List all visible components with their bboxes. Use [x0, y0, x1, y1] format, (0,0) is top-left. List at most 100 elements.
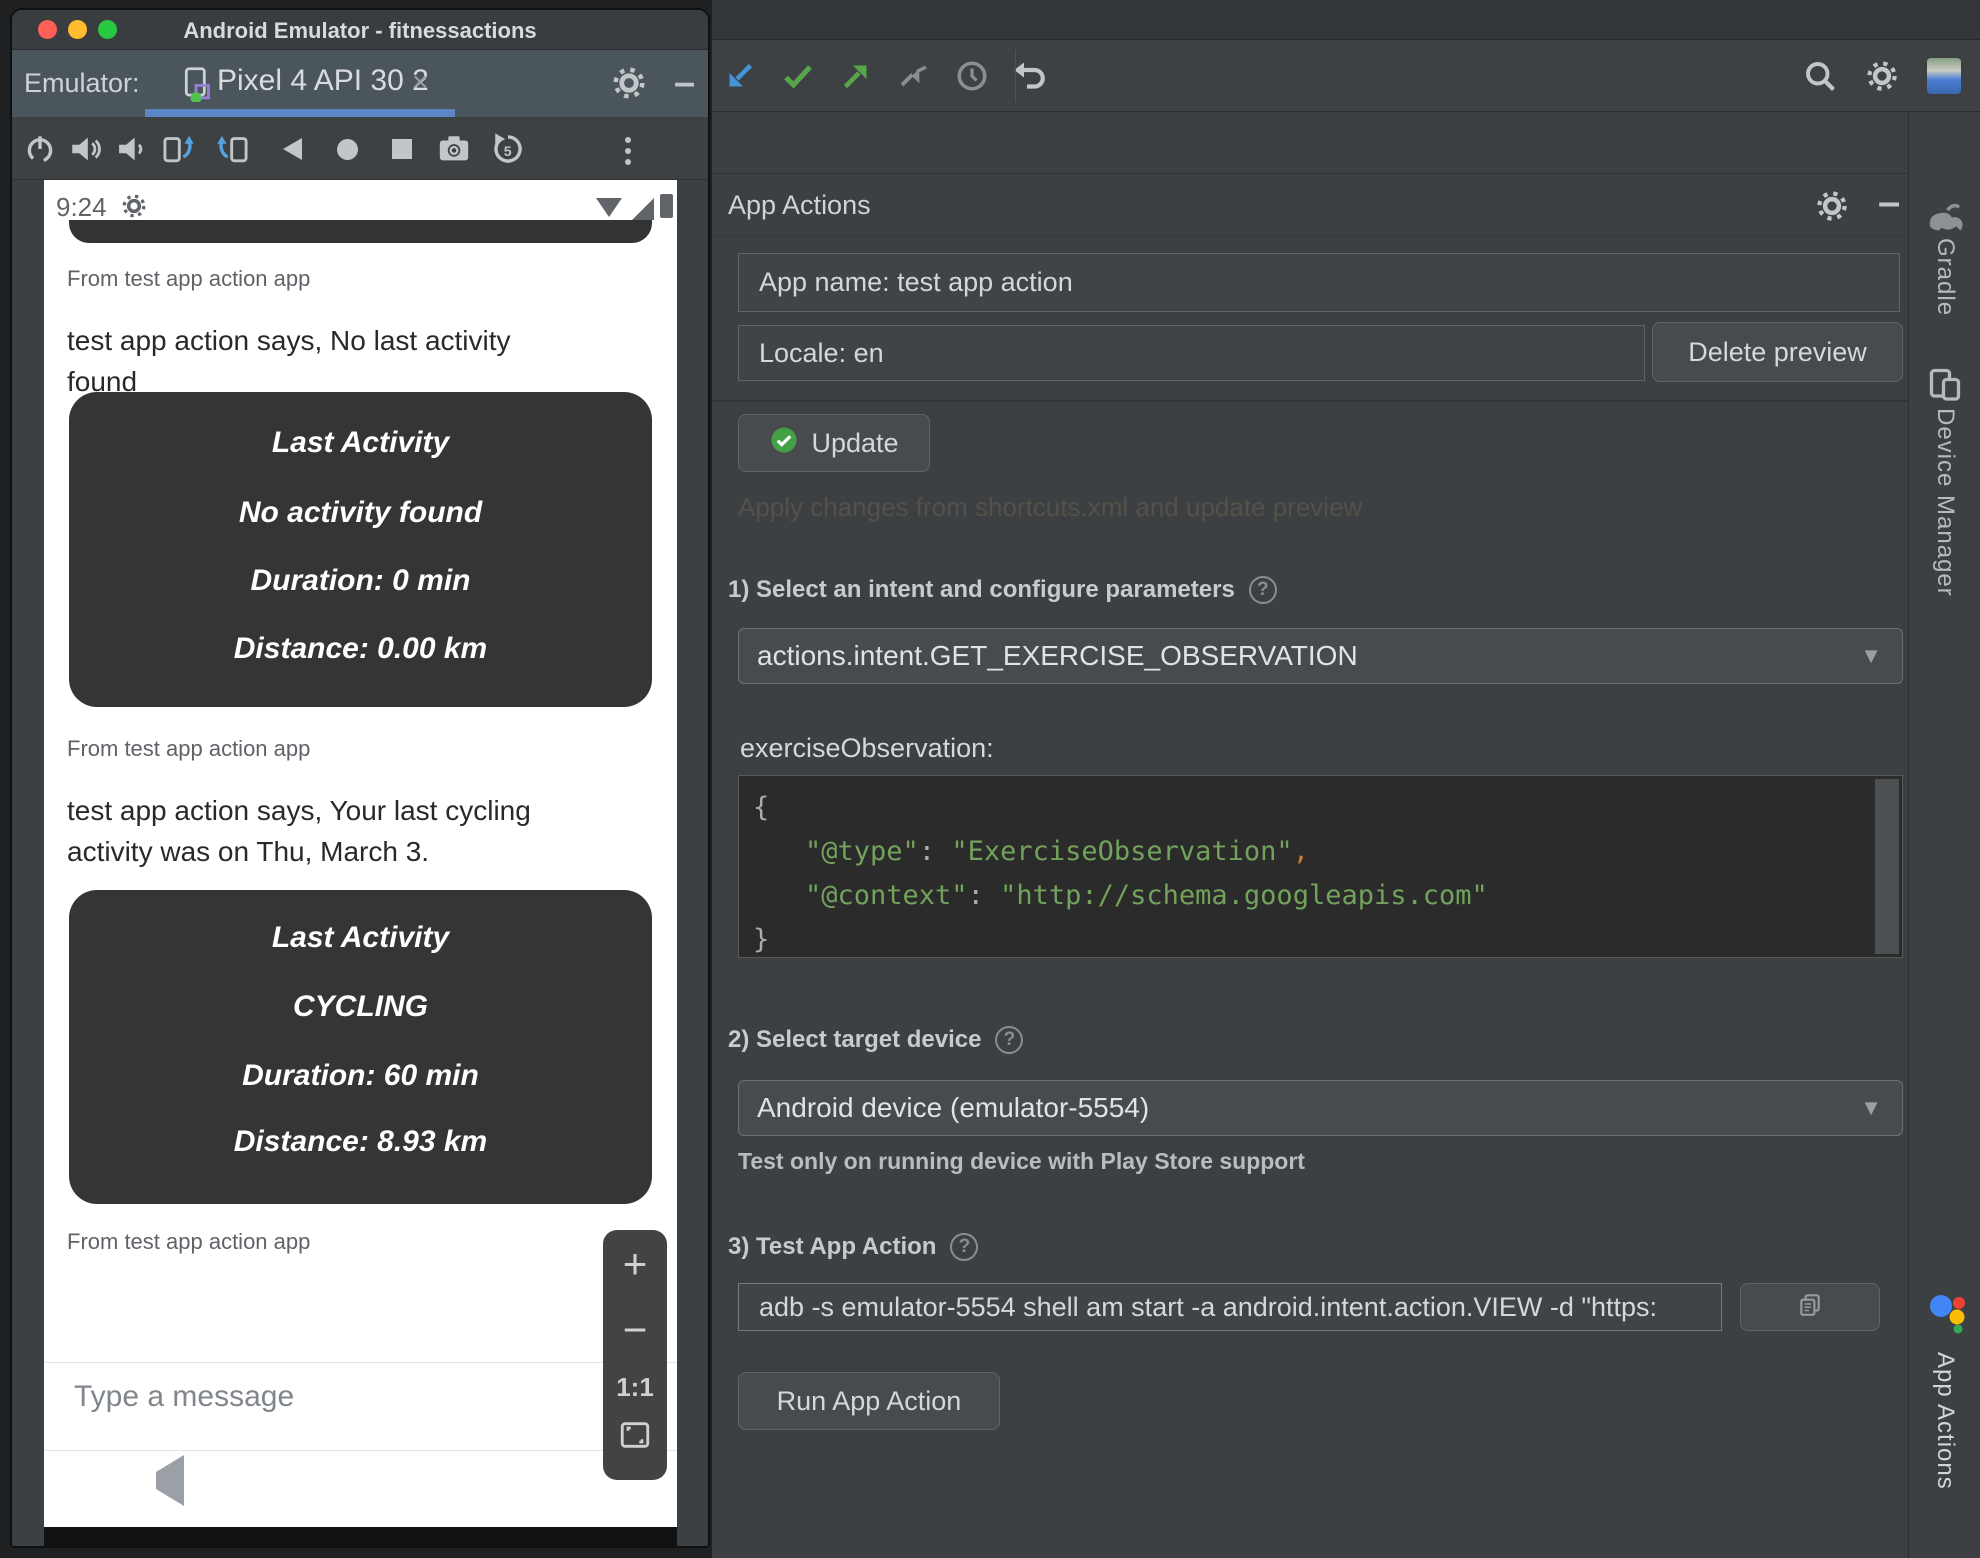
zoom-in-button[interactable]: +: [603, 1240, 667, 1288]
sidebar-tab-gradle[interactable]: Gradle: [1931, 238, 1959, 316]
intent-value: actions.intent.GET_EXERCISE_OBSERVATION: [757, 640, 1358, 671]
zoom-reset-button[interactable]: 1:1: [603, 1372, 667, 1403]
home-icon[interactable]: [329, 131, 365, 167]
emulator-settings-gear-icon[interactable]: [610, 64, 648, 107]
pull-changes-icon[interactable]: [720, 56, 760, 96]
gradle-elephant-icon[interactable]: [1927, 200, 1965, 237]
tab-pixel-4-api-30-2[interactable]: Pixel 4 API 30 2: [217, 64, 429, 98]
json-line: }: [753, 924, 770, 955]
section-divider: [712, 400, 1908, 402]
run-app-action-button[interactable]: Run App Action: [738, 1372, 1000, 1430]
user-avatar[interactable]: [1924, 56, 1964, 96]
android-back-button[interactable]: [156, 1455, 184, 1506]
sidebar-tab-device-manager[interactable]: Device Manager: [1931, 408, 1959, 597]
snapshot-restore-icon[interactable]: 5: [490, 131, 526, 167]
sidebar-tab-app-actions[interactable]: App Actions: [1931, 1352, 1959, 1490]
toolbar-divider: [1015, 50, 1016, 102]
merge-icon[interactable]: [894, 56, 934, 96]
help-icon[interactable]: ?: [995, 1026, 1024, 1054]
card-distance: Distance: 0.00 km: [233, 632, 488, 665]
card-distance: Distance: 8.93 km: [233, 1125, 488, 1158]
studio-main-toolbar: [712, 40, 1980, 112]
volume-up-icon[interactable]: [67, 131, 103, 167]
json-line: "@type": "ExerciseObservation",: [805, 836, 1309, 867]
screenshot-camera-icon[interactable]: [436, 131, 472, 167]
undo-rollback-icon[interactable]: [1010, 56, 1050, 96]
intent-dropdown[interactable]: actions.intent.GET_EXERCISE_OBSERVATION …: [738, 628, 1903, 684]
commit-check-icon[interactable]: [778, 56, 818, 96]
rotate-left-icon[interactable]: [160, 131, 196, 167]
copy-command-button[interactable]: [1740, 1283, 1880, 1331]
push-changes-icon[interactable]: [836, 56, 876, 96]
exercise-observation-label: exerciseObservation:: [740, 733, 994, 763]
status-bar-clock: 9:24: [56, 192, 107, 222]
settings-gear-icon[interactable]: [1862, 56, 1902, 96]
device-phone-icon: [179, 66, 213, 107]
adb-command-value: adb -s emulator-5554 shell am start -a a…: [759, 1291, 1658, 1322]
back-icon[interactable]: [274, 131, 310, 167]
device-helper-text: Test only on running device with Play St…: [738, 1148, 1305, 1174]
card-title: Last Activity: [271, 921, 450, 954]
emulator-label: Emulator:: [24, 68, 140, 98]
message-sender-label: From test app action app: [67, 736, 311, 761]
device-value: Android device (emulator-5554): [757, 1092, 1150, 1123]
emulator-window: Android Emulator - fitnessactions Emulat…: [10, 8, 710, 1548]
app-name-field[interactable]: App name: test app action: [738, 253, 1900, 312]
panel-title: App Actions: [728, 190, 871, 220]
update-check-icon: [769, 425, 799, 462]
message-sender-label: From test app action app: [67, 1229, 311, 1254]
history-clock-icon[interactable]: [952, 56, 992, 96]
device-manager-icon[interactable]: [1927, 366, 1963, 407]
emulator-toolbar: 5: [12, 117, 708, 180]
phone-screen: 9:24 From test app action app test app a…: [44, 180, 677, 1527]
caret-down-icon: ▼: [1860, 643, 1882, 668]
card-title: Last Activity: [271, 426, 450, 459]
last-activity-card-1: Last Activity No activity found Duration…: [69, 392, 652, 707]
card-activity: CYCLING: [293, 990, 428, 1023]
locale-value: Locale: en: [759, 337, 884, 368]
update-button[interactable]: Update: [738, 414, 930, 472]
emulator-tab-bar: Emulator: Pixel 4 API 30 2 × –: [12, 50, 708, 117]
previous-card-remnant: [69, 220, 652, 243]
json-line: {: [753, 792, 770, 823]
status-battery-icon: [660, 194, 673, 218]
exercise-observation-json-editor[interactable]: { "@type": "ExerciseObservation", "@cont…: [738, 775, 1903, 958]
android-studio-panel: App Actions – App name: test app action …: [712, 0, 1980, 1558]
navbar-divider: [44, 1450, 677, 1451]
search-icon[interactable]: [1800, 56, 1840, 96]
panel-minimize-icon[interactable]: –: [674, 62, 695, 105]
zoom-out-button[interactable]: −: [603, 1306, 667, 1354]
json-scrollbar[interactable]: [1875, 779, 1899, 954]
section2-label: 2) Select target device ?: [728, 1026, 1024, 1054]
adb-command-field[interactable]: adb -s emulator-5554 shell am start -a a…: [738, 1283, 1722, 1331]
locale-field[interactable]: Locale: en: [738, 325, 1645, 381]
card-duration: Duration: 60 min: [242, 1059, 479, 1092]
overview-icon[interactable]: [384, 131, 420, 167]
fit-screen-button[interactable]: [603, 1418, 667, 1457]
section3-label: 3) Test App Action ?: [728, 1233, 979, 1261]
svg-text:5: 5: [504, 144, 512, 160]
message-sender-label: From test app action app: [67, 266, 311, 291]
delete-preview-button[interactable]: Delete preview: [1652, 322, 1903, 382]
tab-close-icon[interactable]: ×: [412, 66, 428, 98]
panel-hide-icon[interactable]: –: [1878, 180, 1900, 225]
card-duration: Duration: 0 min: [250, 564, 471, 597]
help-icon[interactable]: ?: [1248, 576, 1277, 604]
last-activity-card-2: Last Activity CYCLING Duration: 60 min D…: [69, 890, 652, 1204]
window-title: Android Emulator - fitnessactions: [183, 18, 537, 43]
power-icon[interactable]: [22, 131, 58, 167]
emulator-zoom-panel: + − 1:1: [603, 1230, 667, 1480]
panel-settings-gear-icon[interactable]: [1814, 188, 1850, 229]
rotate-right-icon[interactable]: [215, 131, 251, 167]
status-wifi-icon: [596, 198, 622, 217]
phone-bottom-bezel: [44, 1527, 677, 1546]
card-activity: No activity found: [238, 496, 483, 529]
chat-input-divider: [44, 1362, 677, 1363]
more-options-icon[interactable]: [610, 133, 646, 169]
assistant-logo-icon[interactable]: [1927, 1290, 1967, 1339]
volume-down-icon[interactable]: [111, 131, 147, 167]
chat-message-input[interactable]: [74, 1380, 494, 1414]
help-icon[interactable]: ?: [950, 1233, 979, 1261]
target-device-dropdown[interactable]: Android device (emulator-5554) ▼: [738, 1080, 1903, 1136]
tool-window-sidebar: Gradle Device Manager App Actions: [1908, 112, 1980, 1558]
